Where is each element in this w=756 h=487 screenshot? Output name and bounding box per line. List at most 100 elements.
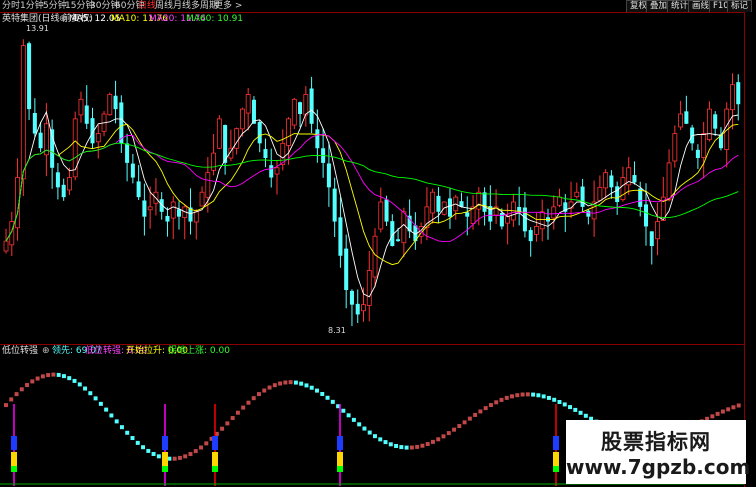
- period-toolbar: 分时 1分钟 5分钟 15分钟 30分钟 60分钟 日线 周线 月线 多周期 更…: [0, 0, 756, 13]
- candle-body: [263, 149, 268, 158]
- candle-body: [274, 167, 280, 175]
- candle-body: [401, 211, 407, 244]
- tab-more[interactable]: 更多 >: [214, 0, 242, 12]
- candle-body: [332, 188, 337, 222]
- watermark: 股票指标网 www.7gpzb.com: [566, 420, 751, 484]
- candle-body: [476, 191, 482, 210]
- candle-body: [147, 206, 153, 211]
- oscillator-bar: [267, 385, 272, 390]
- candle-body: [245, 94, 251, 114]
- candle-body: [372, 235, 378, 278]
- high-price-label: 13.91: [26, 24, 49, 33]
- signal-block: [212, 466, 218, 472]
- oscillator-bar: [552, 397, 557, 402]
- candle-body: [136, 181, 141, 198]
- oscillator-bar: [373, 434, 377, 439]
- oscillator-bar: [83, 386, 88, 391]
- candle-body: [465, 212, 470, 217]
- candle-body: [672, 133, 678, 162]
- candle-body: [632, 175, 637, 183]
- oscillator-bar: [710, 414, 715, 419]
- candle-body: [355, 303, 360, 315]
- oscillator-bar: [61, 374, 66, 379]
- tab-5min[interactable]: 5分钟: [43, 0, 67, 12]
- candle-body: [38, 132, 43, 149]
- candle-body: [303, 94, 309, 116]
- candle-body: [713, 114, 718, 129]
- oscillator-bar: [235, 410, 240, 415]
- oscillator-bar: [220, 426, 225, 431]
- oscillator-bar: [388, 442, 393, 447]
- candle-body: [384, 199, 389, 222]
- oscillator-bar: [67, 376, 72, 381]
- oscillator-bar: [462, 420, 467, 425]
- candle-body: [72, 118, 78, 178]
- candle-body: [597, 186, 603, 201]
- oscillator-bar: [573, 407, 578, 412]
- candle-body: [534, 226, 539, 235]
- candlestick-chart[interactable]: [0, 22, 744, 342]
- candle-body: [361, 304, 366, 312]
- oscillator-bar: [357, 422, 362, 427]
- candle-body: [557, 196, 562, 206]
- candle-body: [193, 211, 199, 223]
- oscillator-bar: [415, 444, 420, 449]
- oscillator-bar: [272, 383, 277, 388]
- candle-body: [32, 112, 37, 134]
- tab-daily[interactable]: 日线: [138, 0, 156, 12]
- candle-body: [378, 201, 384, 230]
- candle-body: [736, 82, 741, 105]
- oscillator-bar: [562, 402, 567, 407]
- oscillator-bar: [494, 400, 499, 405]
- candle-body: [522, 207, 527, 232]
- candle-body: [528, 230, 533, 242]
- oscillator-bar: [430, 439, 435, 444]
- candle-body: [338, 217, 343, 256]
- signal-block: [337, 466, 343, 472]
- tab-1min[interactable]: 1分钟: [20, 0, 44, 12]
- oscillator-bar: [536, 393, 541, 398]
- signal-block: [337, 452, 343, 466]
- tab-intraday[interactable]: 分时: [2, 0, 20, 12]
- oscillator-bar: [246, 400, 251, 405]
- oscillator-bar: [441, 434, 446, 439]
- oscillator-bar: [230, 416, 235, 421]
- tab-weekly[interactable]: 周线: [155, 0, 173, 12]
- oscillator-bar: [457, 424, 462, 429]
- candle-body: [159, 199, 164, 212]
- oscillator-bar: [46, 373, 51, 378]
- oscillator-bar: [557, 399, 562, 404]
- candle-body: [298, 102, 303, 114]
- candle-body: [234, 128, 240, 149]
- oscillator-bar: [478, 409, 483, 414]
- candle-body: [666, 162, 672, 201]
- candle-body: [107, 94, 113, 116]
- candle-body: [315, 129, 320, 149]
- candle-body: [609, 175, 614, 188]
- candle-body: [505, 216, 511, 224]
- oscillator-bar: [188, 452, 193, 457]
- oscillator-bar: [510, 394, 515, 399]
- oscillator-bar: [130, 436, 135, 441]
- oscillator-bar: [288, 380, 293, 385]
- candle-body: [430, 191, 436, 214]
- oscillator-bar: [473, 412, 478, 417]
- oscillator-bar: [9, 397, 14, 402]
- oscillator-bar: [715, 411, 720, 416]
- oscillator-bar: [293, 380, 298, 385]
- candle-body: [678, 113, 684, 128]
- watermark-url: www.7gpzb.com: [566, 455, 751, 479]
- oscillator-bar: [167, 456, 172, 461]
- oscillator-bar: [446, 431, 451, 436]
- candle-body: [551, 206, 557, 219]
- tab-monthly[interactable]: 月线: [173, 0, 191, 12]
- candle-body: [286, 118, 291, 146]
- oscillator-bar: [225, 421, 230, 426]
- signal-block: [162, 452, 168, 466]
- oscillator-bar: [56, 372, 61, 377]
- oscillator-bar: [262, 388, 267, 393]
- candle-body: [326, 163, 331, 188]
- oscillator-bar: [399, 445, 404, 450]
- oscillator-bar: [146, 448, 151, 453]
- candle-body: [199, 191, 205, 207]
